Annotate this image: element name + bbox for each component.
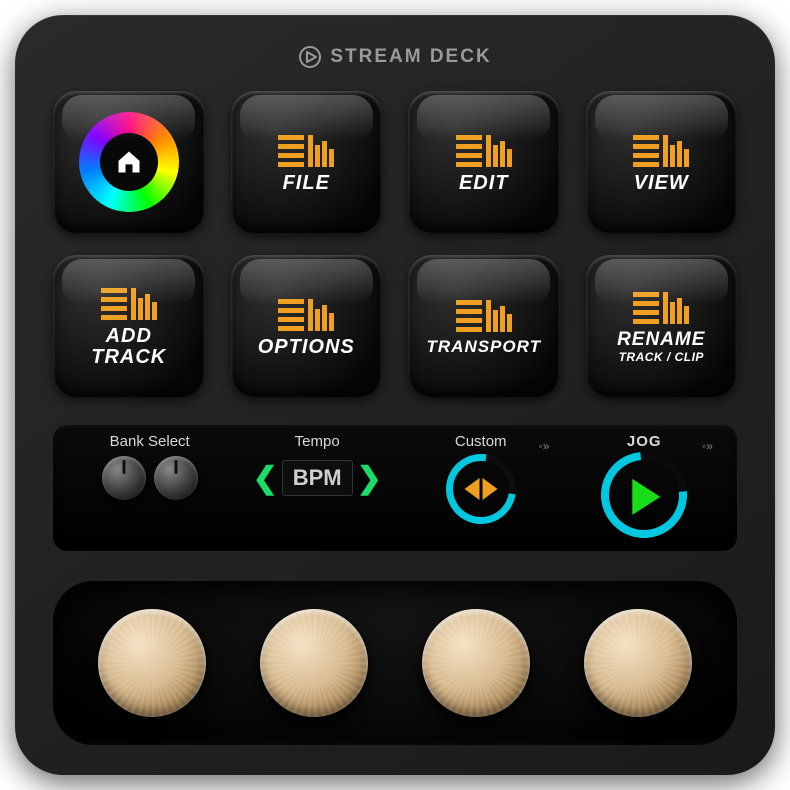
strip-title: Tempo bbox=[295, 433, 340, 450]
brand-label: STREAM DECK bbox=[53, 45, 737, 69]
stream-deck-device: STREAM DECK FILE EDIT bbox=[15, 15, 775, 775]
jog-ring-icon bbox=[584, 434, 705, 555]
key-grid: FILE EDIT VIEW ADD TRACK bbox=[53, 91, 737, 397]
elgato-logo-icon bbox=[298, 45, 322, 69]
key-sublabel: TRACK / CLIP bbox=[619, 350, 704, 364]
equalizer-icon bbox=[633, 288, 689, 324]
signal-icon: ◦» bbox=[702, 439, 713, 453]
key-label: TRANSPORT bbox=[427, 338, 541, 356]
custom-dial-icon bbox=[432, 440, 530, 538]
signal-icon: ◦» bbox=[539, 439, 550, 453]
key-rename[interactable]: RENAME TRACK / CLIP bbox=[586, 255, 738, 397]
key-transport[interactable]: TRANSPORT bbox=[408, 255, 560, 397]
bank-knob-right-icon bbox=[154, 456, 198, 500]
key-home[interactable] bbox=[53, 91, 205, 233]
key-view[interactable]: VIEW bbox=[586, 91, 738, 233]
touch-strip: Bank Select Tempo ❮ BPM ❯ ◦» Custom bbox=[53, 425, 737, 551]
physical-knob-1[interactable] bbox=[98, 609, 206, 717]
strip-title: JOG bbox=[627, 433, 662, 450]
key-label: OPTIONS bbox=[258, 337, 355, 358]
equalizer-icon bbox=[633, 131, 689, 167]
key-file[interactable]: FILE bbox=[231, 91, 383, 233]
strip-jog[interactable]: ◦» JOG bbox=[565, 433, 723, 547]
equalizer-icon bbox=[101, 284, 157, 320]
strip-tempo[interactable]: Tempo ❮ BPM ❯ bbox=[238, 433, 396, 547]
strip-title: Custom bbox=[455, 433, 507, 450]
physical-knob-3[interactable] bbox=[422, 609, 530, 717]
key-edit[interactable]: EDIT bbox=[408, 91, 560, 233]
key-label: RENAME bbox=[617, 330, 705, 350]
equalizer-icon bbox=[278, 295, 334, 331]
equalizer-icon bbox=[456, 296, 512, 332]
knob-tray bbox=[53, 581, 737, 745]
home-icon bbox=[115, 148, 143, 176]
bank-knob-left-icon bbox=[102, 456, 146, 500]
key-add-track[interactable]: ADD TRACK bbox=[53, 255, 205, 397]
brand-text: STREAM DECK bbox=[330, 46, 491, 68]
key-label: EDIT bbox=[459, 173, 509, 194]
strip-title: Bank Select bbox=[110, 433, 190, 450]
strip-custom[interactable]: ◦» Custom bbox=[402, 433, 560, 547]
key-label: ADD TRACK bbox=[91, 326, 166, 368]
key-label: VIEW bbox=[634, 173, 689, 194]
strip-bank-select[interactable]: Bank Select bbox=[67, 433, 232, 547]
equalizer-icon bbox=[456, 131, 512, 167]
physical-knob-4[interactable] bbox=[584, 609, 692, 717]
chevron-left-icon: ❮ bbox=[253, 461, 278, 496]
play-icon bbox=[633, 479, 661, 515]
physical-knob-2[interactable] bbox=[260, 609, 368, 717]
rainbow-ring-icon bbox=[79, 112, 179, 212]
tempo-value: BPM bbox=[282, 460, 353, 496]
key-label: FILE bbox=[283, 173, 330, 194]
equalizer-icon bbox=[278, 131, 334, 167]
chevron-right-icon: ❯ bbox=[357, 461, 382, 496]
key-options[interactable]: OPTIONS bbox=[231, 255, 383, 397]
